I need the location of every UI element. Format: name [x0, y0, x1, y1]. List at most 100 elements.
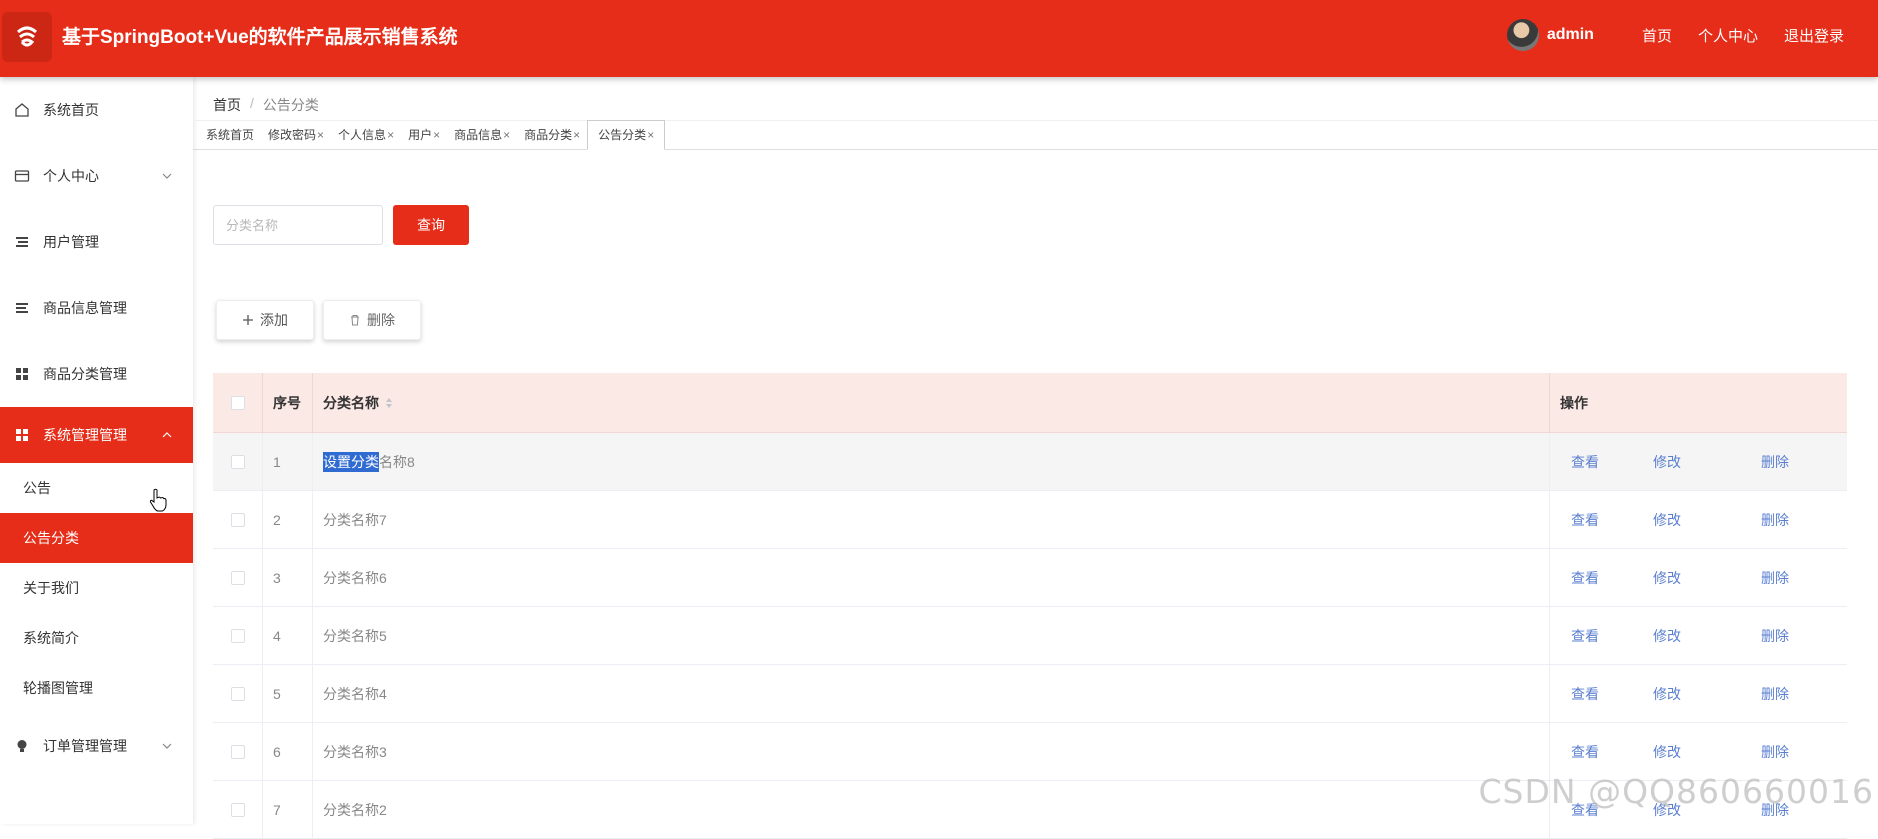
sidebar-subitem-about[interactable]: 关于我们: [0, 563, 193, 613]
select-all-checkbox[interactable]: [230, 395, 245, 410]
sidebar-item-products[interactable]: 商品信息管理: [0, 275, 193, 341]
main-content: 首页 / 公告分类 系统首页 修改密码× 个人信息× 用户× 商品信息× 商品分…: [193, 77, 1878, 839]
sort-icon[interactable]: [385, 397, 393, 409]
app-title: 基于SpringBoot+Vue的软件产品展示销售系统: [62, 27, 458, 48]
breadcrumb-current: 公告分类: [262, 97, 319, 113]
tab-home[interactable]: 系统首页: [199, 121, 261, 149]
grid-icon: [14, 366, 30, 382]
tab-label: 用户: [408, 128, 433, 142]
row-checkbox[interactable]: [230, 512, 245, 527]
delete-button[interactable]: 删除: [323, 300, 421, 340]
delete-link[interactable]: 删除: [1761, 568, 1789, 588]
sidebar-item-orders[interactable]: 订单管理管理: [0, 713, 193, 779]
sidebar-item-system[interactable]: 系统管理管理: [0, 407, 193, 463]
row-index: 4: [263, 607, 313, 664]
chevron-down-icon: [162, 173, 172, 179]
sidebar-subitem-carousel[interactable]: 轮播图管理: [0, 663, 193, 713]
row-checkbox[interactable]: [230, 628, 245, 643]
header-profile-link[interactable]: 个人中心: [1698, 25, 1758, 46]
edit-link[interactable]: 修改: [1653, 452, 1681, 472]
view-link[interactable]: 查看: [1571, 742, 1599, 762]
tab-user[interactable]: 用户×: [401, 121, 447, 149]
row-index: 5: [263, 665, 313, 722]
row-index: 7: [263, 781, 313, 838]
tab-product-info[interactable]: 商品信息×: [447, 121, 517, 149]
edit-link[interactable]: 修改: [1653, 568, 1681, 588]
view-link[interactable]: 查看: [1571, 626, 1599, 646]
close-icon[interactable]: ×: [317, 128, 324, 142]
search-input[interactable]: [213, 205, 383, 245]
close-icon[interactable]: ×: [647, 128, 654, 142]
sidebar-subitem-intro[interactable]: 系统简介: [0, 613, 193, 663]
delete-label: 删除: [367, 312, 395, 328]
sidebar-item-label: 用户管理: [43, 234, 99, 250]
watermark: CSDN @QQ860660016: [1478, 772, 1874, 811]
row-index: 3: [263, 549, 313, 606]
tab-change-password[interactable]: 修改密码×: [261, 121, 331, 149]
tab-product-category[interactable]: 商品分类×: [517, 121, 587, 149]
view-link[interactable]: 查看: [1571, 568, 1599, 588]
home-icon: [14, 102, 30, 118]
sidebar-item-home[interactable]: 系统首页: [0, 77, 193, 143]
table-row[interactable]: 3 分类名称6 查看 修改 删除: [213, 549, 1847, 607]
sidebar-item-profile[interactable]: 个人中心: [0, 143, 193, 209]
row-name: 分类名称2: [313, 781, 1550, 838]
edit-link[interactable]: 修改: [1653, 510, 1681, 530]
table-row[interactable]: 5 分类名称4 查看 修改 删除: [213, 665, 1847, 723]
sidebar-item-label: 系统管理管理: [43, 427, 127, 443]
add-button[interactable]: 添加: [216, 300, 314, 340]
row-checkbox[interactable]: [230, 454, 245, 469]
trash-icon: [349, 314, 361, 326]
table-row[interactable]: 2 分类名称7 查看 修改 删除: [213, 491, 1847, 549]
row-index: 2: [263, 491, 313, 548]
close-icon[interactable]: ×: [573, 128, 580, 142]
row-checkbox[interactable]: [230, 802, 245, 817]
sidebar-item-users[interactable]: 用户管理: [0, 209, 193, 275]
sidebar-item-label: 系统首页: [43, 102, 99, 118]
delete-link[interactable]: 删除: [1761, 452, 1789, 472]
breadcrumb: 首页 / 公告分类: [213, 95, 319, 115]
table-header-row: 序号 分类名称 操作: [213, 373, 1847, 433]
table-row[interactable]: 1 设置分类 名称8 查看 修改 删除: [213, 433, 1847, 491]
grid-icon: [14, 427, 30, 443]
row-name: 分类名称4: [313, 665, 1550, 722]
tab-label: 商品分类: [524, 128, 573, 142]
delete-link[interactable]: 删除: [1761, 510, 1789, 530]
table-row[interactable]: 4 分类名称5 查看 修改 删除: [213, 607, 1847, 665]
edit-link[interactable]: 修改: [1653, 742, 1681, 762]
delete-link[interactable]: 删除: [1761, 684, 1789, 704]
row-name-rest: 名称8: [379, 453, 415, 470]
row-name: 分类名称6: [313, 549, 1550, 606]
sidebar-item-label: 商品信息管理: [43, 300, 127, 316]
row-checkbox[interactable]: [230, 570, 245, 585]
close-icon[interactable]: ×: [503, 128, 510, 142]
view-link[interactable]: 查看: [1571, 684, 1599, 704]
column-header-name[interactable]: 分类名称: [313, 373, 1550, 432]
sidebar-item-label: 订单管理管理: [43, 738, 127, 754]
sidebar-item-categories[interactable]: 商品分类管理: [0, 341, 193, 407]
query-button[interactable]: 查询: [393, 205, 469, 245]
close-icon[interactable]: ×: [433, 128, 440, 142]
column-header-index: 序号: [263, 373, 313, 432]
row-checkbox[interactable]: [230, 744, 245, 759]
selected-text: 设置分类: [323, 451, 379, 472]
header-home-link[interactable]: 首页: [1642, 25, 1672, 46]
breadcrumb-home[interactable]: 首页: [213, 95, 241, 115]
header-logout-link[interactable]: 退出登录: [1784, 25, 1844, 46]
add-label: 添加: [260, 312, 288, 328]
tab-personal-info[interactable]: 个人信息×: [331, 121, 401, 149]
close-icon[interactable]: ×: [387, 128, 394, 142]
tab-notice-category[interactable]: 公告分类×: [587, 120, 666, 150]
edit-link[interactable]: 修改: [1653, 684, 1681, 704]
data-table: 序号 分类名称 操作 1 设置分类 名称8 查看 修改 删除 2 分类名称7 查…: [213, 373, 1847, 839]
view-link[interactable]: 查看: [1571, 510, 1599, 530]
top-header: 基于SpringBoot+Vue的软件产品展示销售系统 admin 首页 个人中…: [0, 0, 1878, 77]
sidebar-item-label: 个人中心: [43, 168, 99, 184]
delete-link[interactable]: 删除: [1761, 626, 1789, 646]
delete-link[interactable]: 删除: [1761, 742, 1789, 762]
view-link[interactable]: 查看: [1571, 452, 1599, 472]
avatar[interactable]: [1506, 19, 1539, 51]
sidebar-subitem-notice-category[interactable]: 公告分类: [0, 513, 193, 563]
row-checkbox[interactable]: [230, 686, 245, 701]
edit-link[interactable]: 修改: [1653, 626, 1681, 646]
